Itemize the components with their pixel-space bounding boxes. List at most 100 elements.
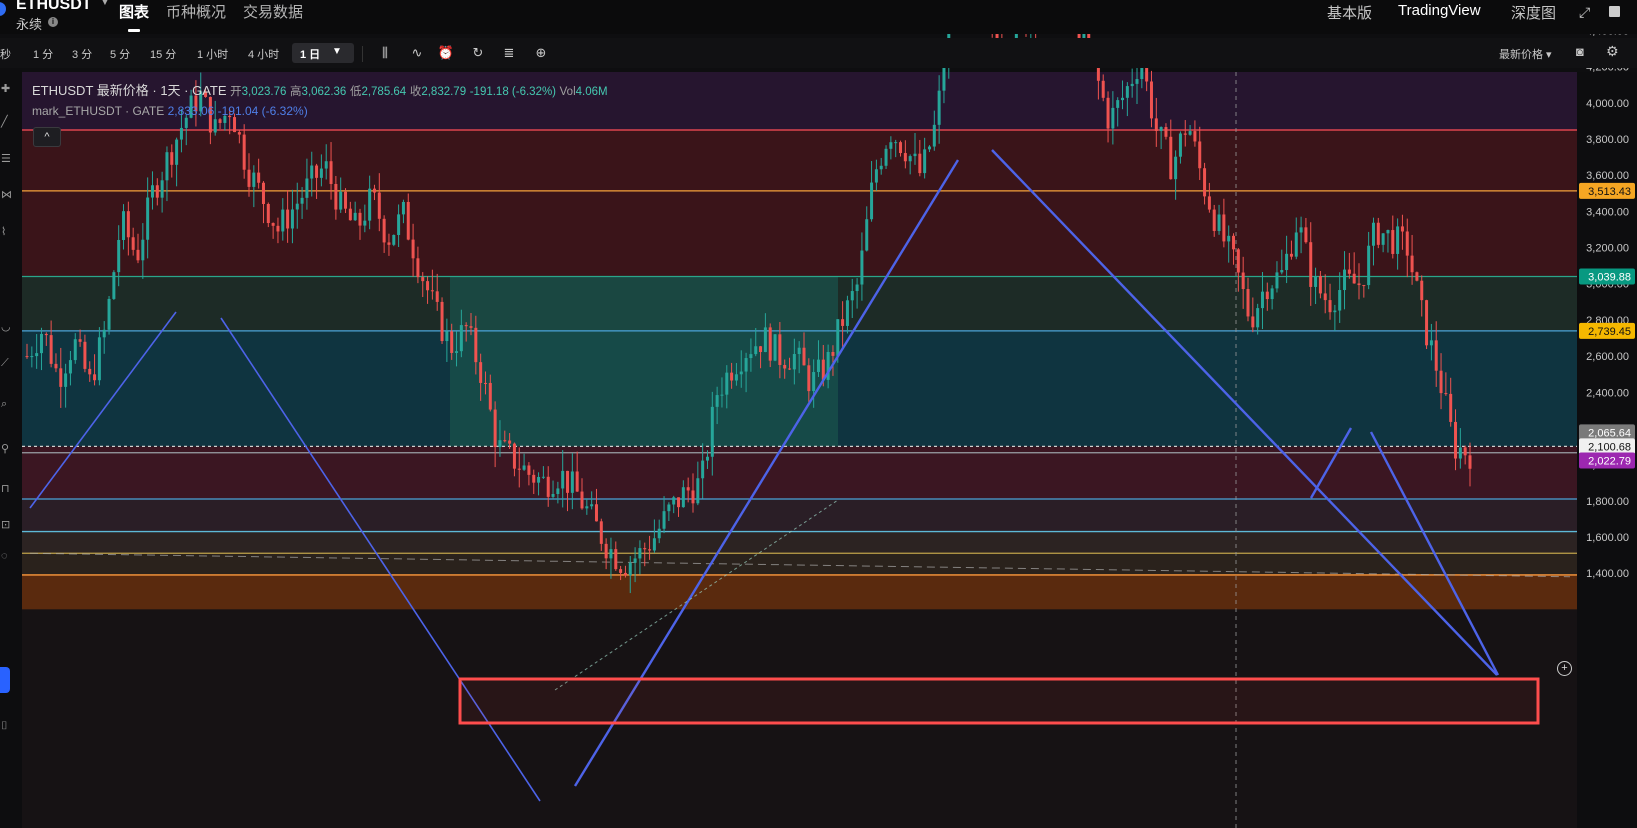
- alert-icon[interactable]: ⏰: [437, 44, 455, 62]
- tf-1h[interactable]: 1 小时: [197, 46, 228, 62]
- trash-icon[interactable]: ⌷: [1, 720, 8, 733]
- candle-body-40: [218, 119, 222, 123]
- candle-body-100: [508, 440, 512, 444]
- crosshair-icon[interactable]: ✚: [1, 82, 10, 95]
- projection-icon[interactable]: ⌇: [1, 225, 6, 238]
- high-value: 3,062.36: [301, 86, 347, 98]
- candle-body-239: [1178, 133, 1182, 157]
- active-tool-indicator[interactable]: [0, 667, 10, 693]
- price-axis[interactable]: 5,200.005,000.004,800.004,600.004,400.00…: [1577, 0, 1637, 828]
- candle-body-254: [1251, 316, 1255, 328]
- candle-body-274: [1347, 269, 1351, 274]
- collapse-legend-button[interactable]: ^: [33, 127, 61, 147]
- candle-body-131: [657, 528, 661, 539]
- candle-body-113: [570, 471, 574, 493]
- candle-body-64: [334, 183, 338, 210]
- tf-seconds[interactable]: 秒: [0, 46, 11, 62]
- candle-body-188: [932, 124, 936, 147]
- candle-body-22: [131, 237, 135, 250]
- candle-body-162: [807, 365, 811, 392]
- zoom-icon[interactable]: ⚲: [1, 442, 9, 455]
- candle-body-18: [112, 272, 116, 299]
- candle-body-132: [662, 511, 666, 529]
- candle-body-81: [416, 258, 420, 278]
- candle-body-75: [387, 242, 391, 245]
- candle-body-250: [1232, 235, 1236, 250]
- candles-icon[interactable]: ⫼: [376, 44, 394, 62]
- candle-body-270: [1328, 300, 1332, 313]
- candle-body-23: [136, 249, 140, 261]
- info-icon[interactable]: i: [48, 17, 58, 27]
- tf-4h[interactable]: 4 小时: [248, 46, 279, 62]
- coin-logo: [0, 2, 6, 16]
- magnet-icon[interactable]: ⊓: [1, 482, 10, 495]
- candle-body-240: [1183, 133, 1187, 135]
- candle-body-133: [667, 504, 671, 512]
- candle-body-111: [561, 470, 565, 489]
- tf-3m[interactable]: 3 分: [72, 46, 92, 62]
- template-icon[interactable]: ≣: [500, 44, 518, 62]
- trendline-icon[interactable]: ╱: [1, 115, 8, 128]
- visibility-icon[interactable]: ◌: [1, 550, 8, 562]
- candle-body-95: [483, 382, 487, 384]
- indicator-icon[interactable]: ∿: [408, 44, 426, 62]
- price-tick-13: 2,600.00: [1586, 351, 1629, 363]
- candle-body-231: [1140, 66, 1144, 80]
- candle-body-284: [1396, 226, 1400, 254]
- candle-body-13: [88, 368, 92, 375]
- view-tradingview[interactable]: TradingView: [1398, 2, 1481, 19]
- candle-body-257: [1265, 291, 1269, 300]
- measure-icon[interactable]: ⌕: [1, 398, 7, 411]
- price-chart[interactable]: 5,200.005,000.004,800.004,600.004,400.00…: [0, 0, 1637, 828]
- candle-body-225: [1111, 107, 1115, 129]
- candle-body-17: [107, 298, 111, 330]
- candle-body-179: [889, 142, 893, 149]
- pattern-icon[interactable]: ⋈: [1, 188, 12, 201]
- candle-body-299: [1468, 455, 1472, 469]
- price-badge-2: 2,739.45: [1588, 326, 1631, 338]
- candle-body-151: [754, 346, 758, 355]
- tf-1m[interactable]: 1 分: [33, 46, 53, 62]
- tf-1d-label: 1 日: [300, 49, 321, 61]
- chevron-down-icon[interactable]: ▼: [100, 0, 110, 8]
- lock-icon[interactable]: ⊡: [1, 518, 10, 531]
- replay-icon[interactable]: ↻: [469, 44, 487, 62]
- tab-chart[interactable]: 图表: [119, 1, 149, 22]
- tf-5m[interactable]: 5 分: [110, 46, 130, 62]
- tab-overview[interactable]: 币种概况: [166, 1, 226, 22]
- candle-body-103: [522, 465, 526, 470]
- candle-body-48: [257, 172, 261, 183]
- price-tick-9: 3,400.00: [1586, 206, 1629, 218]
- vol-label: Vol: [559, 86, 576, 98]
- candle-body-104: [527, 465, 531, 475]
- expand-icon[interactable]: ⤢: [1579, 4, 1590, 21]
- tab-trade-data[interactable]: 交易数据: [243, 1, 303, 22]
- candle-body-110: [556, 488, 560, 494]
- candle-body-97: [493, 409, 497, 448]
- candle-body-172: [855, 284, 859, 292]
- view-depth[interactable]: 深度图: [1511, 2, 1556, 23]
- add-alert-icon[interactable]: +: [1557, 661, 1572, 676]
- brush-icon[interactable]: ◡: [1, 320, 11, 333]
- price-type-selector[interactable]: 最新价格 ▾: [1499, 46, 1552, 62]
- candle-body-94: [479, 362, 483, 383]
- settings-icon[interactable]: ⚙: [1606, 43, 1619, 60]
- camera-icon[interactable]: ◙: [1576, 44, 1584, 59]
- tf-15m[interactable]: 15 分: [150, 46, 176, 62]
- symbol-selector[interactable]: ETHUSDT: [16, 0, 92, 14]
- candle-body-146: [730, 372, 734, 381]
- candle-body-92: [469, 326, 473, 328]
- candle-body-186: [923, 149, 927, 174]
- candle-body-298: [1463, 447, 1467, 456]
- tf-1d-selector[interactable]: 1 日 ▼: [292, 43, 354, 63]
- plus-icon[interactable]: ⊕: [532, 44, 550, 62]
- candle-body-1: [30, 356, 34, 358]
- price-tick-8: 3,600.00: [1586, 170, 1629, 182]
- fullscreen-icon[interactable]: [1609, 6, 1620, 17]
- mark-change: -191.04 (-6.32%): [217, 104, 308, 118]
- text-icon[interactable]: ⟋: [1, 357, 9, 370]
- view-basic[interactable]: 基本版: [1327, 2, 1372, 23]
- candle-body-105: [532, 474, 536, 483]
- fib-icon[interactable]: ☰: [1, 152, 11, 165]
- price-badge-4: 2,100.68: [1588, 441, 1631, 453]
